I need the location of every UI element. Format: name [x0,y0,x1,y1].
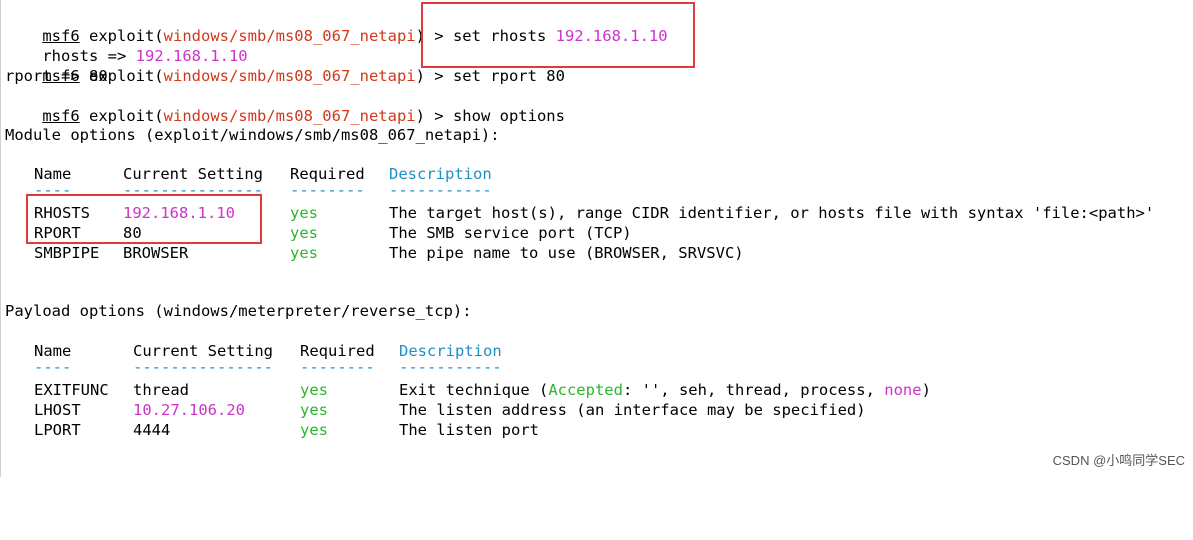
underline-current-setting: --------------- [133,358,273,376]
underline-description: ----------- [389,181,492,199]
prompt-label: msf6 [42,107,80,125]
option-description: The target host(s), range CIDR identifie… [389,204,1155,222]
option-description: The SMB service port (TCP) [389,224,632,242]
description-none: none [884,381,922,399]
terminal-window[interactable]: msf6 exploit(windows/smb/ms08_067_netapi… [0,0,1193,477]
payload-options-underline-row: ---- --------------- -------- ----------… [5,357,1185,377]
description-part: ) [921,381,931,399]
highlight-box-options [26,194,262,244]
module-options-heading: Module options (exploit/windows/smb/ms08… [5,126,500,144]
option-required: yes [290,204,318,222]
table-row: LHOST 10.27.106.20 yes The listen addres… [5,400,1185,420]
option-description: Exit technique (Accepted: '', seh, threa… [399,380,931,400]
option-setting: BROWSER [123,244,189,262]
description-accepted: Accepted [548,381,623,399]
option-name: LPORT [34,421,81,439]
option-description: The listen port [399,421,539,439]
output-rport-echo: rport => 80 [5,67,108,85]
option-name: EXITFUNC [34,381,109,399]
description-part: Exit technique ( [399,381,549,399]
prompt-close: ) > [415,107,453,125]
command-text: show options [452,107,565,125]
prompt-module: windows/smb/ms08_067_netapi [163,107,416,125]
underline-required: -------- [300,358,375,376]
output-rhosts-echo: rhosts => 192.168.1.10 [5,26,247,65]
highlight-box-commands [421,2,695,68]
option-setting: 4444 [133,421,171,439]
option-required: yes [300,421,328,439]
underline-required: -------- [290,181,365,199]
prompt-close: ) > [415,67,453,85]
prompt-module: windows/smb/ms08_067_netapi [163,67,416,85]
option-required: yes [300,381,328,399]
option-name: SMBPIPE [34,244,100,262]
underline-description: ----------- [399,358,502,376]
command-text: set rport 80 [452,67,565,85]
payload-options-heading: Payload options (windows/meterpreter/rev… [5,302,472,320]
description-part: : '', seh, thread, process, [622,381,885,399]
prompt-open: exploit( [79,107,164,125]
option-description: The listen address (an interface may be … [399,401,866,419]
option-required: yes [300,401,328,419]
option-required: yes [290,244,318,262]
command-line-show-options: msf6 exploit(windows/smb/ms08_067_netapi… [5,86,565,125]
option-description: The pipe name to use (BROWSER, SRVSVC) [389,244,744,262]
option-setting: thread [133,381,189,399]
option-setting: 10.27.106.20 [133,401,245,419]
table-row: LPORT 4444 yes The listen port [5,420,1185,440]
table-row: EXITFUNC thread yes Exit technique (Acce… [5,380,1185,400]
option-name: LHOST [34,401,81,419]
underline-name: ---- [34,358,72,376]
option-required: yes [290,224,318,242]
table-row: SMBPIPE BROWSER yes The pipe name to use… [5,243,1185,263]
watermark: CSDN @小鸣同学SEC [1052,453,1185,468]
